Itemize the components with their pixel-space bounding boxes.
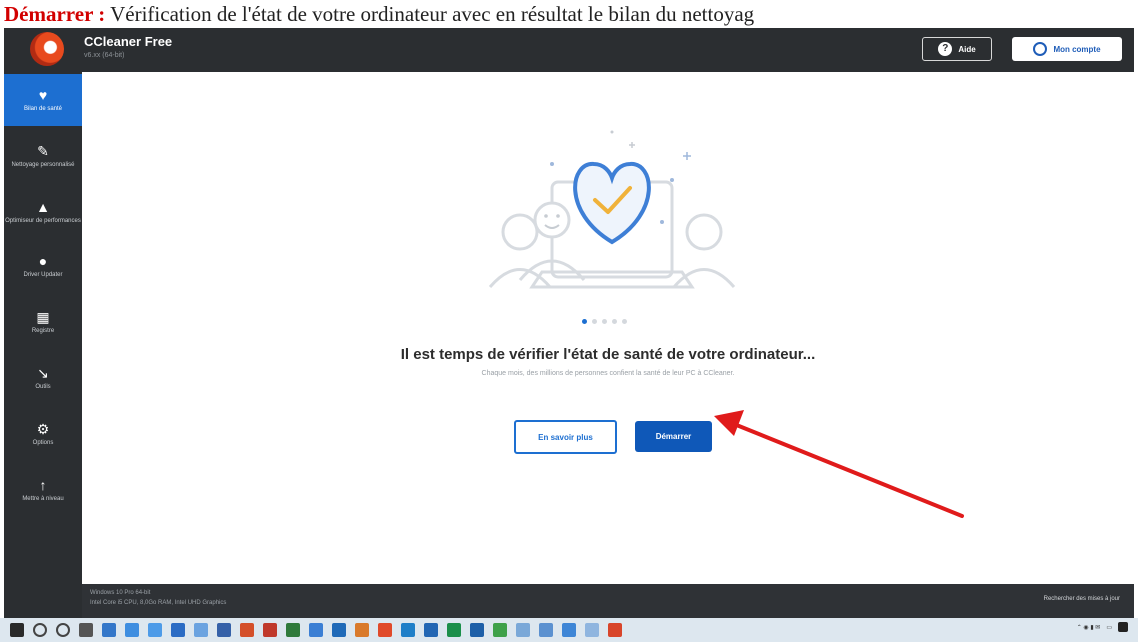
sidebar-item-health-check[interactable]: ♥ Bilan de santé (4, 74, 82, 126)
user-icon (1033, 42, 1048, 56)
sidebar-item-label: Optimiseur de performances (5, 217, 81, 224)
caption-keyword: Démarrer : (4, 2, 106, 26)
sidebar-item-registry[interactable]: ▦ Registre (4, 296, 82, 348)
app-icon[interactable] (539, 623, 553, 637)
app-version: v6.xx (64-bit) (84, 52, 125, 59)
help-label: Aide (958, 44, 976, 54)
app-icon[interactable] (585, 623, 599, 637)
pager-dot[interactable] (602, 319, 607, 324)
wrench-icon: ↘ (37, 364, 49, 381)
start-button[interactable]: Démarrer (635, 421, 712, 452)
app-icon[interactable] (355, 623, 369, 637)
caption-text: Vérification de l'état de votre ordinate… (105, 2, 755, 26)
gear-circle-icon: ● (38, 252, 48, 269)
sidebar-item-label: Options (32, 439, 54, 446)
app-icon[interactable] (562, 623, 576, 637)
settings-icon: ⚙ (36, 420, 50, 437)
app-icon[interactable] (309, 623, 323, 637)
help-icon: ? (938, 42, 953, 56)
app-icon[interactable] (493, 623, 507, 637)
sidebar-item-label: Registre (31, 327, 55, 334)
upgrade-arrow-icon: ↑ (39, 476, 47, 493)
broom-icon: ✎ (37, 142, 49, 159)
account-label: Mon compte (1053, 44, 1101, 54)
ccleaner-window: CCleaner Free v6.xx (64-bit) ? Aide Mon … (4, 26, 1134, 618)
app-icon[interactable] (217, 623, 231, 637)
app-icon[interactable] (447, 623, 461, 637)
pager-dot[interactable] (612, 319, 617, 324)
health-check-illustration (488, 130, 736, 289)
main-content: Il est temps de vérifier l'état de santé… (82, 72, 1134, 584)
pager-dot[interactable] (582, 319, 587, 324)
heart-icon: ♥ (38, 86, 48, 103)
sidebar-item-driver-updater[interactable]: ● Driver Updater (4, 240, 82, 292)
start-menu-icon[interactable] (10, 623, 24, 637)
app-icon[interactable] (263, 623, 277, 637)
search-icon[interactable] (33, 623, 47, 637)
help-button[interactable]: ? Aide (922, 37, 992, 61)
app-icon[interactable] (424, 623, 438, 637)
tray-icons[interactable]: ⌃ ◉ ▮ ✉ (1077, 624, 1101, 631)
sidebar-item-options[interactable]: ⚙ Options (4, 408, 82, 460)
app-icon[interactable] (240, 623, 254, 637)
app-icon[interactable] (171, 623, 185, 637)
hardware-info: Intel Core i5 CPU, 8,0Go RAM, Intel UHD … (90, 600, 227, 606)
cortana-icon[interactable] (56, 623, 70, 637)
status-footer: Windows 10 Pro 64-bit Intel Core i5 CPU,… (82, 584, 1134, 618)
app-icon[interactable] (401, 623, 415, 637)
app-icon[interactable] (102, 623, 116, 637)
sidebar-item-custom-clean[interactable]: ✎ Nettoyage personnalisé (4, 130, 82, 182)
sidebar-item-upgrade[interactable]: ↑ Mettre à niveau (4, 464, 82, 516)
pager-dot[interactable] (622, 319, 627, 324)
app-header: CCleaner Free v6.xx (64-bit) ? Aide Mon … (4, 26, 1134, 72)
sidebar-item-label: Nettoyage personnalisé (11, 161, 75, 168)
system-tray: ⌃ ◉ ▮ ✉ ▭ (1077, 622, 1128, 632)
app-icon[interactable] (286, 623, 300, 637)
account-button[interactable]: Mon compte (1012, 37, 1122, 61)
app-title: CCleaner Free (84, 34, 173, 49)
app-icon[interactable] (332, 623, 346, 637)
app-icon[interactable] (378, 623, 392, 637)
ccleaner-logo-icon (30, 32, 64, 66)
check-updates-link[interactable]: Rechercher des mises à jour (1044, 596, 1120, 602)
carousel-pager (582, 319, 627, 324)
article-caption: Démarrer : Vérification de l'état de vot… (0, 0, 1138, 28)
notification-icon[interactable] (1118, 622, 1128, 632)
ccleaner-taskbar-icon[interactable] (608, 623, 622, 637)
sidebar-item-label: Bilan de santé (23, 105, 63, 112)
page-headline: Il est temps de vérifier l'état de santé… (400, 346, 816, 363)
page-subline: Chaque mois, des millions de personnes c… (481, 370, 735, 377)
sidebar-item-label: Outils (35, 383, 51, 390)
task-view-icon[interactable] (79, 623, 93, 637)
clock-icon[interactable]: ▭ (1106, 624, 1112, 631)
app-icon[interactable] (148, 623, 162, 637)
app-icon[interactable] (470, 623, 484, 637)
rocket-icon: ▲ (36, 198, 50, 215)
sidebar-item-label: Driver Updater (23, 271, 63, 278)
pager-dot[interactable] (592, 319, 597, 324)
sidebar: ♥ Bilan de santé ✎ Nettoyage personnalis… (4, 72, 82, 584)
app-icon[interactable] (125, 623, 139, 637)
sidebar-item-performance[interactable]: ▲ Optimiseur de performances (4, 186, 82, 238)
sidebar-item-label: Mettre à niveau (22, 495, 64, 502)
app-icon[interactable] (194, 623, 208, 637)
learn-more-button[interactable]: En savoir plus (514, 420, 617, 454)
os-info: Windows 10 Pro 64-bit (90, 590, 151, 596)
windows-taskbar: ⌃ ◉ ▮ ✉ ▭ (0, 618, 1138, 642)
grid-icon: ▦ (36, 308, 50, 325)
app-icon[interactable] (516, 623, 530, 637)
sidebar-item-tools[interactable]: ↘ Outils (4, 352, 82, 404)
